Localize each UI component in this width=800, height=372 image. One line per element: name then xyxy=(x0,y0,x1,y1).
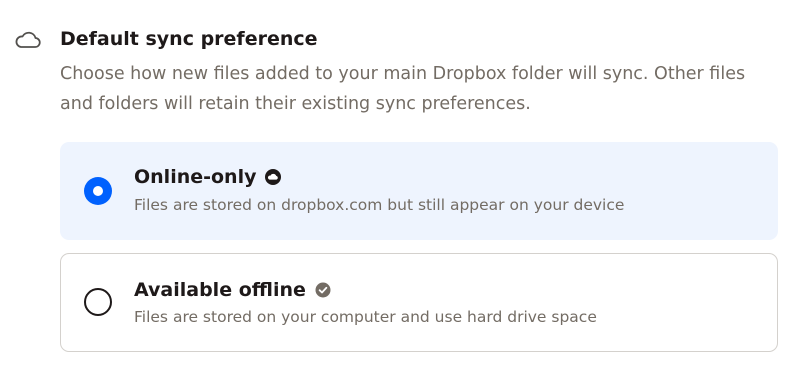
section-description: Choose how new files added to your main … xyxy=(60,64,746,114)
option-title: Available offline xyxy=(134,279,306,301)
cloud-icon xyxy=(15,31,41,48)
option-available-offline[interactable]: Available offline Files are stored on yo… xyxy=(60,253,778,352)
option-title-row: Available offline xyxy=(134,277,331,303)
section-title: Default sync preference xyxy=(60,28,318,50)
option-title-row: Online-only xyxy=(134,164,282,190)
option-description: Files are stored on dropbox.com but stil… xyxy=(134,196,625,214)
online-only-cloud-icon xyxy=(265,169,282,185)
available-offline-check-icon xyxy=(315,282,331,298)
option-title: Online-only xyxy=(134,166,257,188)
available-offline-radio[interactable] xyxy=(84,288,112,316)
option-online-only[interactable]: Online-only Files are stored on dropbox.… xyxy=(60,142,778,240)
online-only-radio[interactable] xyxy=(84,177,112,205)
radio-dot xyxy=(93,186,103,196)
option-description: Files are stored on your computer and us… xyxy=(134,308,597,326)
